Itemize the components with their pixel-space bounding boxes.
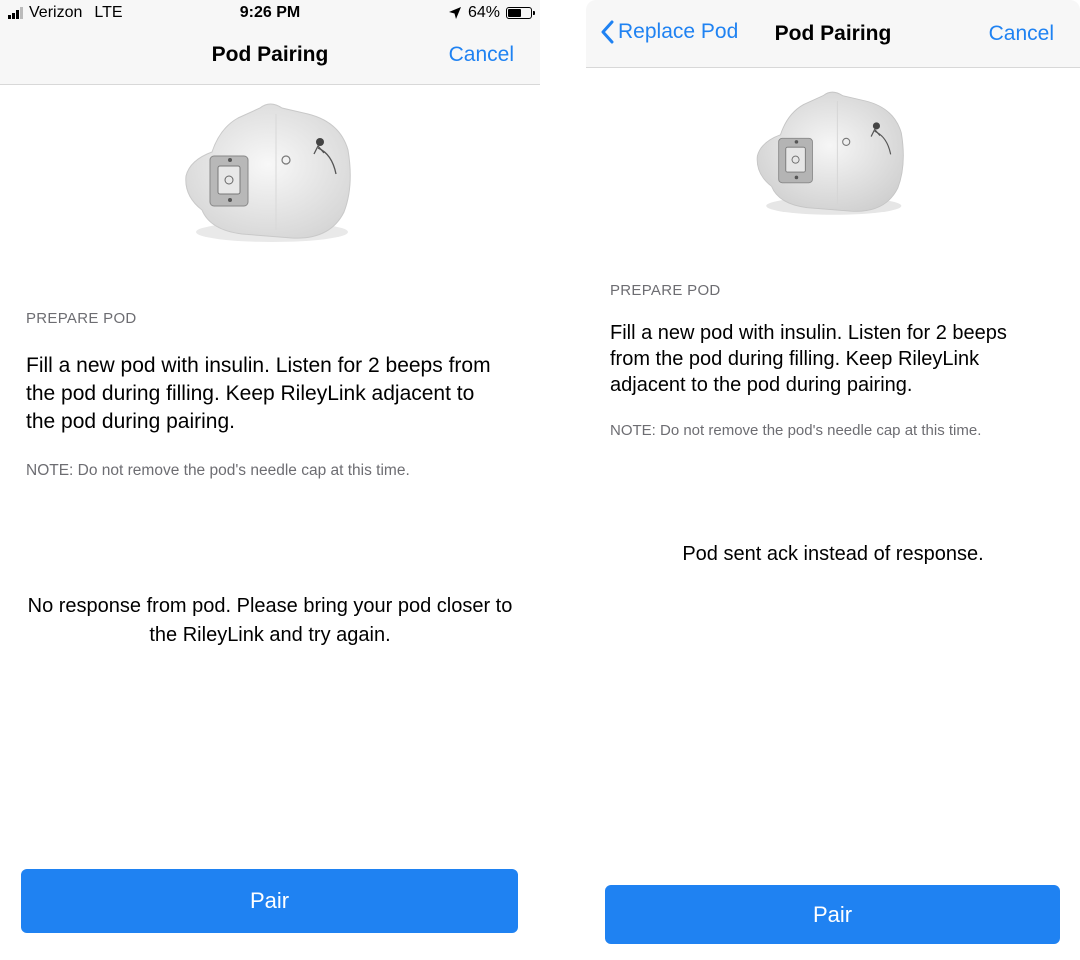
left-screen: Verizon LTE 9:26 PM 64% Pod Pairing Canc… <box>0 0 540 960</box>
pair-button[interactable]: Pair <box>21 869 518 933</box>
battery-fill <box>508 9 522 17</box>
cancel-button[interactable]: Cancel <box>989 22 1054 46</box>
note-text: NOTE: Do not remove the pod's needle cap… <box>610 422 982 439</box>
section-header: PREPARE POD <box>610 282 721 299</box>
cancel-button[interactable]: Cancel <box>449 43 514 67</box>
battery-icon <box>506 7 535 19</box>
pod-image <box>756 91 904 215</box>
error-message: No response from pod. Please bring your … <box>27 595 513 646</box>
error-message: Pod sent ack instead of response. <box>682 543 984 565</box>
nav-bar: Pod Pairing Cancel <box>0 28 540 85</box>
right-screen: Replace Pod Pod Pairing Cancel PREPARE P… <box>586 0 1080 960</box>
battery-percent: 64% <box>467 4 500 21</box>
section-header: PREPARE POD <box>26 310 137 327</box>
instructions-text: Fill a new pod with insulin. Listen for … <box>610 322 1007 396</box>
location-arrow-icon <box>448 7 461 19</box>
pair-button[interactable]: Pair <box>605 885 1060 944</box>
pod-image <box>185 103 351 242</box>
instructions-text: Fill a new pod with insulin. Listen for … <box>26 354 491 433</box>
nav-bar: Replace Pod Pod Pairing Cancel <box>586 0 1080 68</box>
status-right: 64% <box>448 4 535 22</box>
note-text: NOTE: Do not remove the pod's needle cap… <box>26 462 410 479</box>
status-bar: Verizon LTE 9:26 PM 64% <box>0 0 540 28</box>
